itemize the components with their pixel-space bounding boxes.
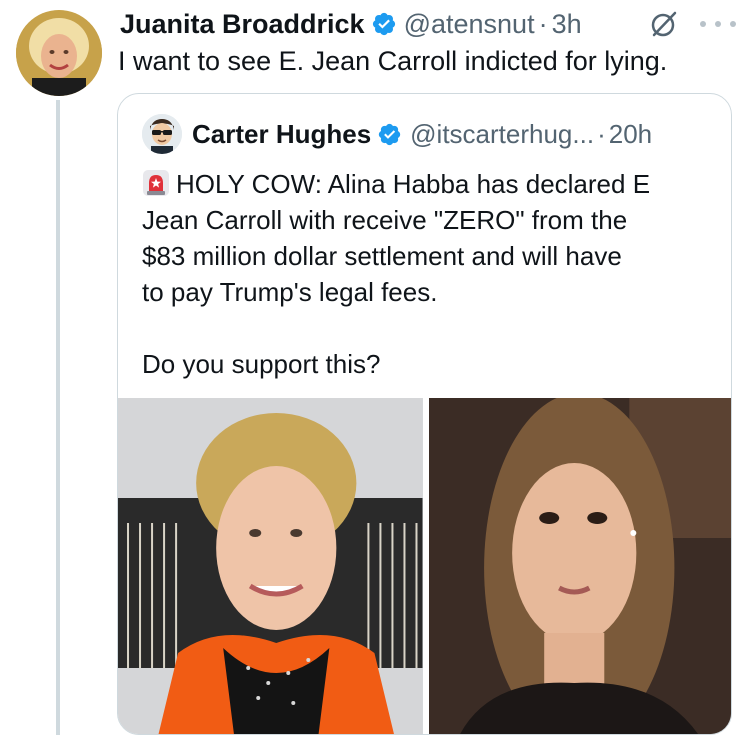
tweet-text: I want to see E. Jean Carroll indicted f… [118, 46, 668, 76]
quoted-question: Do you support this? [142, 349, 381, 379]
verified-badge-icon [371, 11, 397, 37]
tweet-timestamp[interactable]: 3h [552, 9, 582, 40]
media-photo-left[interactable] [118, 398, 423, 734]
author-avatar[interactable] [16, 10, 102, 96]
author-handle[interactable]: @atensnut [404, 9, 535, 40]
quoted-tweet-header: Carter Hughes @itscarterhug... · 20h [142, 114, 652, 154]
separator-dot: · [597, 118, 606, 149]
siren-emoji-icon [142, 169, 170, 197]
tweet-header: Juanita Broaddrick @atensnut · 3h [120, 8, 582, 40]
thread-connector-line [56, 100, 60, 735]
quoted-text-line-3: $83 million dollar settlement and will h… [142, 241, 622, 271]
quoted-author-handle[interactable]: @itscarterhug... [410, 119, 594, 150]
media-photo-right[interactable] [428, 398, 731, 734]
more-options-icon[interactable] [700, 14, 736, 34]
verified-badge-icon [377, 122, 402, 147]
quoted-author-name[interactable]: Carter Hughes [192, 119, 371, 150]
tweet-thread: Juanita Broaddrick @atensnut · 3h I want… [0, 0, 750, 735]
quoted-author-avatar[interactable] [142, 114, 182, 154]
quoted-text-line-1: HOLY COW: Alina Habba has declared E [176, 169, 651, 199]
quoted-tweet-card[interactable]: Carter Hughes @itscarterhug... · 20h HOL… [117, 93, 732, 735]
quoted-tweet-timestamp[interactable]: 20h [609, 119, 652, 150]
grok-icon[interactable] [648, 8, 680, 40]
author-name[interactable]: Juanita Broaddrick [120, 9, 365, 40]
quoted-text-line-4: to pay Trump's legal fees. [142, 277, 438, 307]
quoted-text-line-2: Jean Carroll with receive "ZERO" from th… [142, 205, 628, 235]
quoted-tweet-text: HOLY COW: Alina Habba has declared E Jea… [142, 166, 717, 382]
separator-dot: · [538, 8, 548, 39]
quoted-media-grid [118, 398, 731, 734]
quoted-text-line: HOLY COW: Alina Habba has declared E [142, 166, 717, 202]
